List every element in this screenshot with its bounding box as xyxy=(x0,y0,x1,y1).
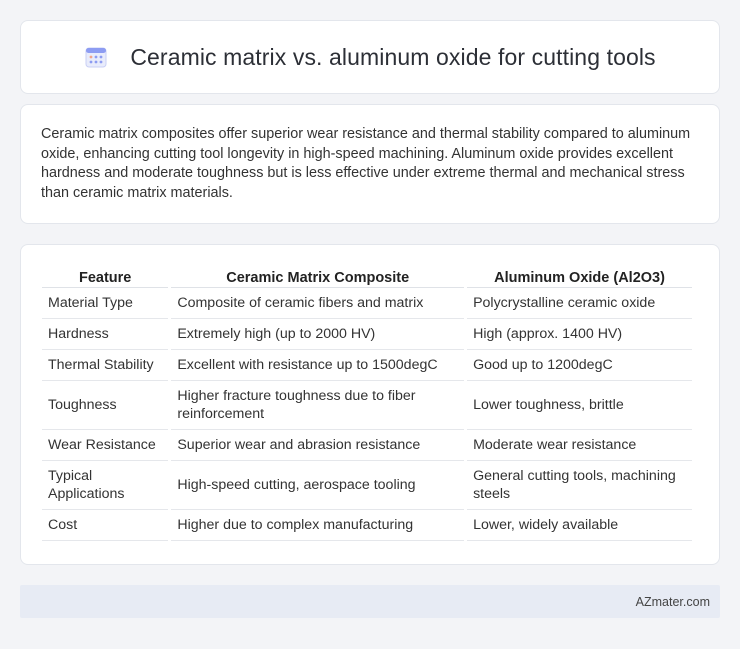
table-cell: High-speed cutting, aerospace tooling xyxy=(171,461,465,510)
table-cell: Lower, widely available xyxy=(467,510,692,541)
comparison-table: Feature Ceramic Matrix Composite Aluminu… xyxy=(39,267,695,541)
table-header-row: Feature Ceramic Matrix Composite Aluminu… xyxy=(42,267,692,288)
table-row: Material Type Composite of ceramic fiber… xyxy=(42,288,692,319)
footer-bar: AZmater.com xyxy=(20,585,720,618)
table-row: Typical Applications High-speed cutting,… xyxy=(42,461,692,510)
table-row: Hardness Extremely high (up to 2000 HV) … xyxy=(42,319,692,350)
table-row: Cost Higher due to complex manufacturing… xyxy=(42,510,692,541)
table-cell: Extremely high (up to 2000 HV) xyxy=(171,319,465,350)
table-cell: High (approx. 1400 HV) xyxy=(467,319,692,350)
table-cell: Typical Applications xyxy=(42,461,169,510)
comparison-table-card: Feature Ceramic Matrix Composite Aluminu… xyxy=(20,244,720,565)
table-cell: Excellent with resistance up to 1500degC xyxy=(171,350,465,381)
table-cell: Lower toughness, brittle xyxy=(467,381,692,430)
table-cell: Higher fracture toughness due to fiber r… xyxy=(171,381,465,430)
table-cell: Toughness xyxy=(42,381,169,430)
title-card: Ceramic matrix vs. aluminum oxide for cu… xyxy=(20,20,720,94)
header-ceramic-matrix: Ceramic Matrix Composite xyxy=(171,267,465,288)
page-title: Ceramic matrix vs. aluminum oxide for cu… xyxy=(130,43,656,70)
table-cell: Wear Resistance xyxy=(42,430,169,461)
table-cell: Composite of ceramic fibers and matrix xyxy=(171,288,465,319)
table-row: Toughness Higher fracture toughness due … xyxy=(42,381,692,430)
footer-site-label: AZmater.com xyxy=(635,594,710,609)
table-cell: Hardness xyxy=(42,319,169,350)
table-cell: Cost xyxy=(42,510,169,541)
table-cell: Polycrystalline ceramic oxide xyxy=(467,288,692,319)
table-cell: Higher due to complex manufacturing xyxy=(171,510,465,541)
summary-paragraph: Ceramic matrix composites offer superior… xyxy=(41,126,691,201)
header-feature: Feature xyxy=(42,267,169,288)
table-cell: General cutting tools, machining steels xyxy=(467,461,692,510)
table-row: Wear Resistance Superior wear and abrasi… xyxy=(42,430,692,461)
summary-card: Ceramic matrix composites offer superior… xyxy=(20,104,720,224)
table-cell: Good up to 1200degC xyxy=(467,350,692,381)
table-cell: Superior wear and abrasion resistance xyxy=(171,430,465,461)
header-aluminum-oxide: Aluminum Oxide (Al2O3) xyxy=(467,267,692,288)
table-cell: Thermal Stability xyxy=(42,350,169,381)
table-row: Thermal Stability Excellent with resista… xyxy=(42,350,692,381)
calendar-grid-icon xyxy=(84,45,108,69)
table-cell: Material Type xyxy=(42,288,169,319)
table-cell: Moderate wear resistance xyxy=(467,430,692,461)
